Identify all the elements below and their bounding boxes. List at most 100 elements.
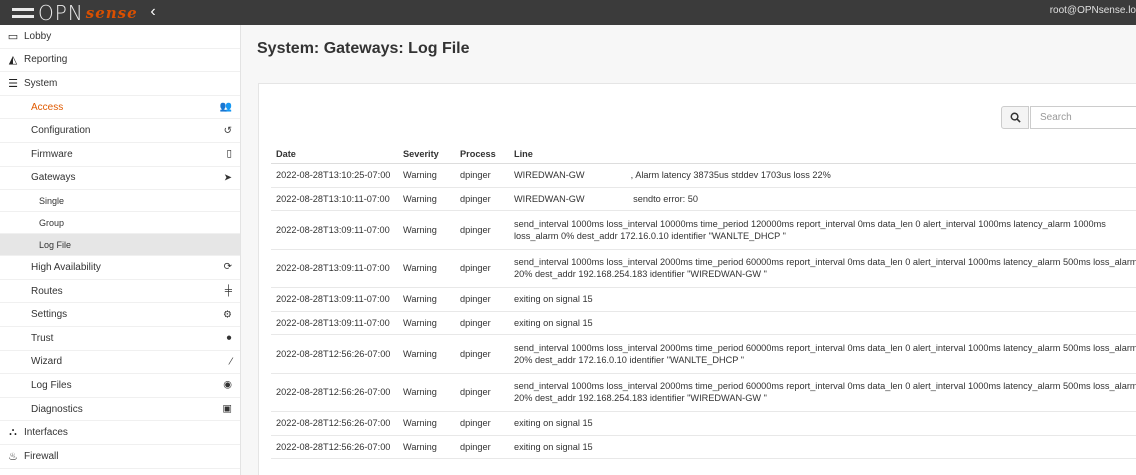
cell-line: send_interval 1000ms loss_interval 2000m… — [509, 249, 1136, 288]
sidebar-item-firewall[interactable]: ♨ Firewall — [0, 445, 240, 469]
cell-severity: Warning — [398, 334, 455, 374]
cell-date: 2022-08-28T12:56:26-07:00 — [271, 435, 398, 459]
refresh-icon: ⟳ — [223, 261, 232, 273]
cell-line-part: WIREDWAN-GW — [514, 170, 585, 181]
sidebar-item-high-availability[interactable]: High Availability ⟳ — [0, 256, 240, 280]
redacted-block — [584, 194, 631, 204]
sidebar-item-label: Lobby — [24, 30, 52, 42]
cell-date: 2022-08-28T13:09:11-07:00 — [271, 287, 398, 312]
cell-line-part: WIREDWAN-GW — [514, 193, 585, 204]
table-row[interactable]: 2022-08-28T13:10:25-07:00 Warning dpinge… — [271, 163, 1136, 188]
sidebar-item-system[interactable]: ☰ System — [0, 72, 240, 96]
sidebar-item-label: Firmware — [31, 148, 73, 160]
cell-severity: Warning — [398, 411, 455, 436]
cell-line: WIREDWAN-GW sendto error: 50 — [509, 187, 1136, 211]
cell-severity: Warning — [398, 373, 455, 412]
sidebar-item-log-files[interactable]: Log Files ◉ — [0, 374, 240, 398]
sidebar-item-interfaces[interactable]: ⛬ Interfaces — [0, 421, 240, 445]
cell-date: 2022-08-28T13:10:25-07:00 — [271, 163, 398, 188]
opnsense-logo[interactable]: OPN sense — [12, 0, 138, 25]
cell-process: dpinger — [455, 411, 509, 436]
sidebar-item-label: Single — [39, 195, 65, 206]
cell-severity: Warning — [398, 187, 455, 211]
cogs-icon: ⚙ — [223, 309, 232, 321]
table-row[interactable]: 2022-08-28T12:56:26-07:00 Warning dpinge… — [271, 435, 1136, 459]
table-row[interactable]: 2022-08-28T13:09:11-07:00 Warning dpinge… — [271, 287, 1136, 312]
sidebar-item-gateways-single[interactable]: Single — [0, 190, 240, 213]
cell-line: WIREDWAN-GW , Alarm latency 38735us stdde… — [509, 163, 1136, 188]
cell-process: dpinger — [455, 373, 509, 412]
search-input[interactable] — [1030, 106, 1136, 129]
sidebar-item-trust[interactable]: Trust ● — [0, 327, 240, 351]
column-header-severity[interactable]: Severity — [398, 145, 455, 164]
table-row[interactable]: 2022-08-28T13:09:11-07:00 Warning dpinge… — [271, 311, 1136, 335]
redacted-block — [584, 171, 631, 181]
sidebar-item-label: Access — [31, 101, 64, 113]
sidebar-item-label: Reporting — [24, 54, 68, 66]
sidebar-item-gateways-group[interactable]: Group — [0, 212, 240, 235]
cell-line-part: , Alarm latency 38735us stddev 1703us lo… — [630, 170, 831, 181]
sidebar-item-configuration[interactable]: Configuration ↺ — [0, 119, 240, 143]
table-header-row: Date Severity Process Line — [271, 145, 1136, 164]
location-arrow-icon: ➤ — [223, 172, 232, 184]
table-row[interactable]: 2022-08-28T12:56:26-07:00 Warning dpinge… — [271, 373, 1136, 412]
sidebar-item-lobby[interactable]: ▭ Lobby — [0, 25, 240, 49]
column-header-line[interactable]: Line — [509, 145, 1136, 164]
table-row[interactable]: 2022-08-28T13:09:11-07:00 Warning dpinge… — [271, 210, 1136, 250]
sidebar-item-reporting[interactable]: ◭ Reporting — [0, 49, 240, 73]
cell-date: 2022-08-28T13:09:11-07:00 — [271, 311, 398, 335]
chevron-left-icon[interactable]: ‹ — [146, 3, 160, 21]
cell-line: exiting on signal 15 — [509, 287, 1136, 312]
sidebar-item-label: Firewall — [24, 450, 59, 462]
sidebar-item-diagnostics[interactable]: Diagnostics ▣ — [0, 398, 240, 422]
sidebar-item-routes[interactable]: Routes ╪ — [0, 280, 240, 304]
cell-date: 2022-08-28T13:10:11-07:00 — [271, 187, 398, 211]
search-button[interactable] — [1001, 106, 1029, 129]
sidebar-item-gateways[interactable]: Gateways ➤ — [0, 167, 240, 191]
sidebar: ▭ Lobby ◭ Reporting ☰ System Access 👥 Co… — [0, 25, 241, 475]
cell-process: dpinger — [455, 163, 509, 188]
table-row[interactable]: 2022-08-28T13:09:11-07:00 Warning dpinge… — [271, 249, 1136, 288]
cell-severity: Warning — [398, 163, 455, 188]
sidebar-item-label: Settings — [31, 309, 68, 321]
cell-date: 2022-08-28T13:09:11-07:00 — [271, 249, 398, 288]
cell-severity: Warning — [398, 287, 455, 312]
cell-process: dpinger — [455, 210, 509, 250]
cell-process: dpinger — [455, 311, 509, 335]
user-menu[interactable]: root@OPNsense.lo — [1050, 5, 1136, 16]
top-bar: OPN sense ‹ root@OPNsense.lo — [0, 0, 1136, 25]
sidebar-item-wizard[interactable]: Wizard ⁄ — [0, 351, 240, 375]
cell-process: dpinger — [455, 287, 509, 312]
opnsense-logo-mark-icon — [12, 6, 34, 20]
map-signs-icon: ╪ — [224, 285, 232, 297]
laptop-icon: ▭ — [7, 30, 19, 43]
table-row[interactable]: 2022-08-28T12:56:26-07:00 Warning dpinge… — [271, 334, 1136, 374]
cell-date: 2022-08-28T12:56:26-07:00 — [271, 411, 398, 436]
column-header-process[interactable]: Process — [455, 145, 509, 164]
cell-process: dpinger — [455, 435, 509, 459]
table-row[interactable]: 2022-08-28T12:56:26-07:00 Warning dpinge… — [271, 411, 1136, 436]
sidebar-item-label: Trust — [31, 332, 54, 344]
sidebar-item-firmware[interactable]: Firmware ▯ — [0, 143, 240, 167]
sidebar-item-label: System — [24, 77, 58, 89]
page-title: System: Gateways: Log File — [257, 40, 470, 57]
cell-severity: Warning — [398, 249, 455, 288]
cell-severity: Warning — [398, 435, 455, 459]
sidebar-item-gateways-log-file[interactable]: Log File — [0, 234, 240, 257]
sidebar-item-label: Log File — [39, 239, 72, 250]
building-icon: ▯ — [226, 148, 232, 160]
area-chart-icon: ◭ — [8, 54, 18, 67]
sidebar-item-access[interactable]: Access 👥 — [0, 96, 240, 120]
cell-line: send_interval 1000ms loss_interval 2000m… — [509, 334, 1136, 374]
sidebar-item-settings[interactable]: Settings ⚙ — [0, 303, 240, 327]
eye-icon: ◉ — [223, 379, 232, 391]
brand-suffix: sense — [85, 3, 138, 22]
cell-line: exiting on signal 15 — [509, 411, 1136, 436]
table-row[interactable]: 2022-08-28T13:10:11-07:00 Warning dpinge… — [271, 187, 1136, 211]
cell-severity: Warning — [398, 210, 455, 250]
sidebar-item-label: Routes — [31, 285, 63, 297]
column-header-date[interactable]: Date — [271, 145, 398, 164]
sidebar-item-label: High Availability — [31, 261, 101, 273]
search-icon — [1010, 112, 1021, 123]
sidebar-item-label: Configuration — [31, 125, 91, 137]
